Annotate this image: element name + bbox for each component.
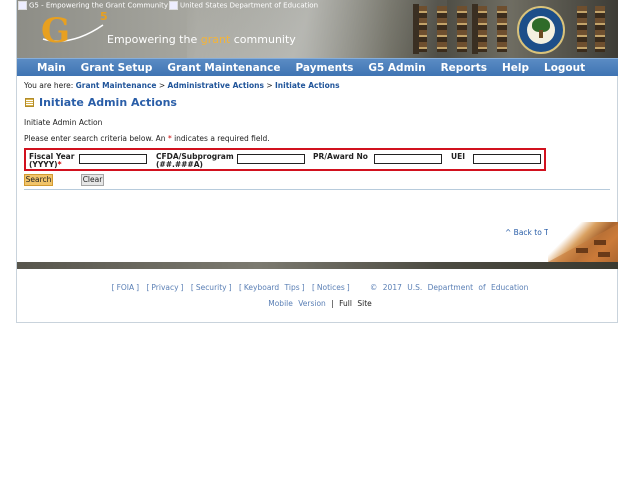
- nav-reports[interactable]: Reports: [441, 62, 487, 74]
- breadcrumb-grant-maintenance[interactable]: Grant Maintenance: [76, 81, 157, 90]
- mobile-version-link[interactable]: Mobile Version: [268, 299, 326, 308]
- g5-logo-alt-text: G5 - Empowering the Grant Community: [18, 1, 168, 10]
- footer-banner: [17, 262, 618, 269]
- award-number-input[interactable]: [374, 154, 442, 164]
- nav-grant-setup[interactable]: Grant Setup: [81, 62, 153, 74]
- search-criteria-box: Fiscal Year (YYYY)* CFDA/Subprogram (##.##…: [24, 148, 546, 171]
- tagline: Empowering the grant community: [107, 33, 296, 46]
- footer-security-link[interactable]: Security: [196, 283, 227, 292]
- breadcrumb-separator: >: [263, 81, 275, 90]
- section-label: Initiate Admin Action: [24, 118, 103, 127]
- nav-logout[interactable]: Logout: [544, 62, 585, 74]
- nav-g5-admin[interactable]: G5 Admin: [368, 62, 425, 74]
- breadcrumb-administrative-actions[interactable]: Administrative Actions: [168, 81, 264, 90]
- uei-label: UEI: [451, 152, 466, 161]
- footer-keyboard-tips-link[interactable]: Keyboard Tips: [244, 283, 300, 292]
- g5-logo[interactable]: G: [41, 14, 70, 48]
- nav-payments[interactable]: Payments: [296, 62, 354, 74]
- footer-foia-link[interactable]: FOIA: [117, 283, 135, 292]
- g5-logo-superscript: 5: [100, 10, 108, 23]
- page-title: Initiate Admin Actions: [25, 96, 177, 109]
- copyright-text: © 2017 U.S. Department of Education: [369, 283, 529, 292]
- nav-grant-maintenance[interactable]: Grant Maintenance: [167, 62, 280, 74]
- footer-privacy-link[interactable]: Privacy: [151, 283, 178, 292]
- instructions-text: Please enter search criteria below. An *…: [24, 134, 270, 143]
- department-seal-icon: [517, 6, 565, 54]
- broken-image-icon: [169, 1, 178, 10]
- nav-help[interactable]: Help: [502, 62, 529, 74]
- version-separator: |: [331, 299, 334, 308]
- broken-image-icon: [18, 1, 27, 10]
- breadcrumb-initiate-actions[interactable]: Initiate Actions: [275, 81, 340, 90]
- breadcrumb-prefix: You are here:: [24, 81, 76, 90]
- list-icon: [25, 98, 34, 107]
- breadcrumb-separator: >: [156, 81, 168, 90]
- main-nav: Main Grant Setup Grant Maintenance Payme…: [17, 58, 618, 76]
- header-banner: G5 - Empowering the Grant Community Unit…: [17, 0, 618, 58]
- award-number-label: PR/Award No: [313, 152, 368, 161]
- fiscal-year-label: Fiscal Year (YYYY)*: [29, 152, 75, 169]
- footer-notices-link[interactable]: Notices: [317, 283, 345, 292]
- full-site-label: Full Site: [339, 299, 372, 308]
- classroom-photo: [548, 222, 618, 262]
- required-marker: *: [57, 160, 62, 169]
- site-version-switch: Mobile Version | Full Site: [0, 299, 640, 308]
- uei-input[interactable]: [473, 154, 541, 164]
- footer-links: [FOIA] [Privacy] [Security] [Keyboard Ti…: [111, 283, 529, 292]
- fiscal-year-input[interactable]: [79, 154, 147, 164]
- cfda-input[interactable]: [237, 154, 305, 164]
- cfda-label: CFDA/Subprogram (##.###A): [156, 152, 234, 169]
- nav-main[interactable]: Main: [37, 62, 66, 74]
- search-button[interactable]: Search: [24, 174, 53, 186]
- clear-button[interactable]: Clear: [81, 174, 104, 186]
- divider: [24, 189, 610, 190]
- breadcrumb: You are here: Grant Maintenance > Admini…: [24, 81, 340, 90]
- agency-alt-text: United States Department of Education: [169, 1, 318, 10]
